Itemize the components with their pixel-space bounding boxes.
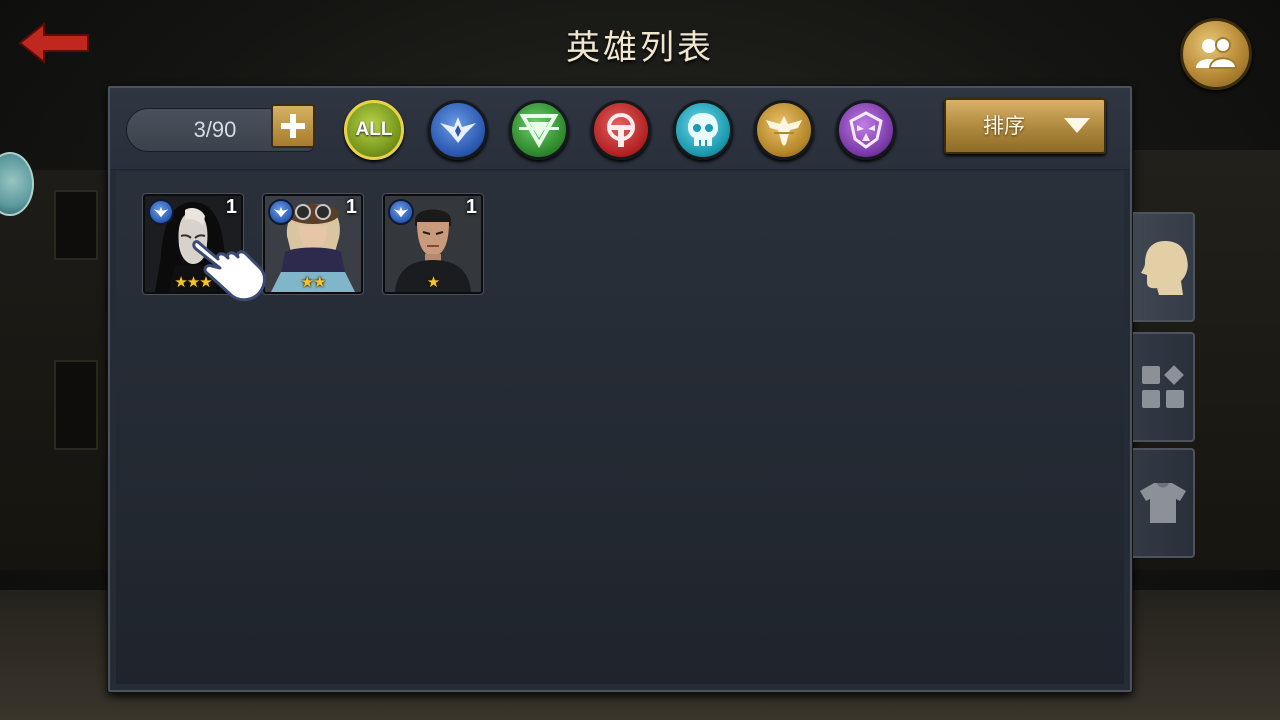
background-window bbox=[54, 190, 98, 260]
gold-eagle-faction-icon bbox=[766, 116, 802, 146]
filter-gold-faction-button[interactable] bbox=[754, 100, 814, 160]
shirt-icon bbox=[1140, 483, 1186, 523]
page-title: 英雄列表 bbox=[566, 28, 714, 68]
filter-cyan-faction-button[interactable] bbox=[673, 100, 733, 160]
red-emblem-faction-icon bbox=[607, 113, 635, 147]
filter-blue-faction-button[interactable] bbox=[428, 100, 488, 160]
background-building-left bbox=[0, 170, 110, 570]
tab-collection[interactable] bbox=[1133, 332, 1195, 442]
hero-level: 1 bbox=[225, 196, 237, 218]
friends-button[interactable] bbox=[1180, 18, 1252, 90]
hero-level: 1 bbox=[345, 196, 357, 218]
blue-wings-faction-icon bbox=[388, 199, 414, 225]
cyan-skull-faction-icon bbox=[688, 113, 718, 146]
chevron-down-icon bbox=[1064, 118, 1090, 133]
sort-dropdown[interactable]: 排序 bbox=[944, 98, 1106, 154]
filter-red-faction-button[interactable] bbox=[591, 100, 651, 160]
hero-star-rating: ★ bbox=[426, 273, 440, 291]
blue-wings-faction-icon bbox=[268, 199, 294, 225]
filter-green-faction-button[interactable] bbox=[509, 100, 569, 160]
plus-icon bbox=[281, 114, 305, 138]
hero-level: 1 bbox=[465, 196, 477, 218]
purple-mask-faction-icon bbox=[849, 111, 883, 149]
tap-hand-icon bbox=[192, 240, 266, 302]
hero-card[interactable]: 1 ★★ bbox=[263, 194, 363, 294]
head-profile-icon bbox=[1141, 241, 1188, 295]
filter-all-button[interactable]: ALL bbox=[344, 100, 404, 160]
tab-heroes[interactable] bbox=[1133, 212, 1195, 322]
blue-wings-faction-icon bbox=[148, 199, 174, 225]
sort-label: 排序 bbox=[983, 114, 1025, 138]
background-window bbox=[54, 360, 98, 450]
tab-equipment[interactable] bbox=[1133, 448, 1195, 558]
friends-icon bbox=[1196, 37, 1238, 69]
filter-purple-faction-button[interactable] bbox=[836, 100, 896, 160]
hero-card[interactable]: 1 ★ bbox=[383, 194, 483, 294]
blue-wings-faction-icon bbox=[440, 117, 476, 143]
green-v-faction-icon bbox=[519, 114, 559, 148]
hero-list-panel: 3/90 ALL 排序 1 ★★★ 1 ★★ 1 ★ bbox=[108, 86, 1132, 692]
expand-slots-button[interactable] bbox=[271, 104, 315, 148]
hero-count: 3/90 bbox=[193, 117, 237, 142]
filter-toolbar: 3/90 ALL 排序 bbox=[110, 88, 1130, 170]
hero-star-rating: ★★ bbox=[300, 273, 327, 291]
grid-shapes-icon bbox=[1142, 365, 1184, 408]
filter-all-label: ALL bbox=[355, 119, 393, 140]
